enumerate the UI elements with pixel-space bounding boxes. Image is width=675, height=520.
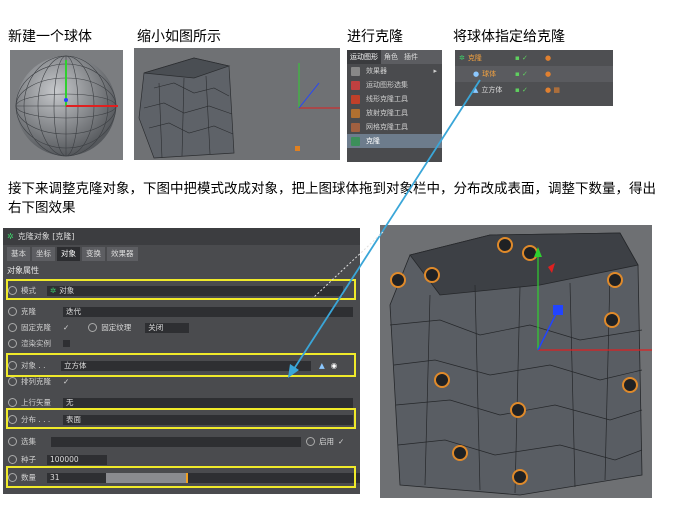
drag-arrow bbox=[288, 79, 481, 378]
